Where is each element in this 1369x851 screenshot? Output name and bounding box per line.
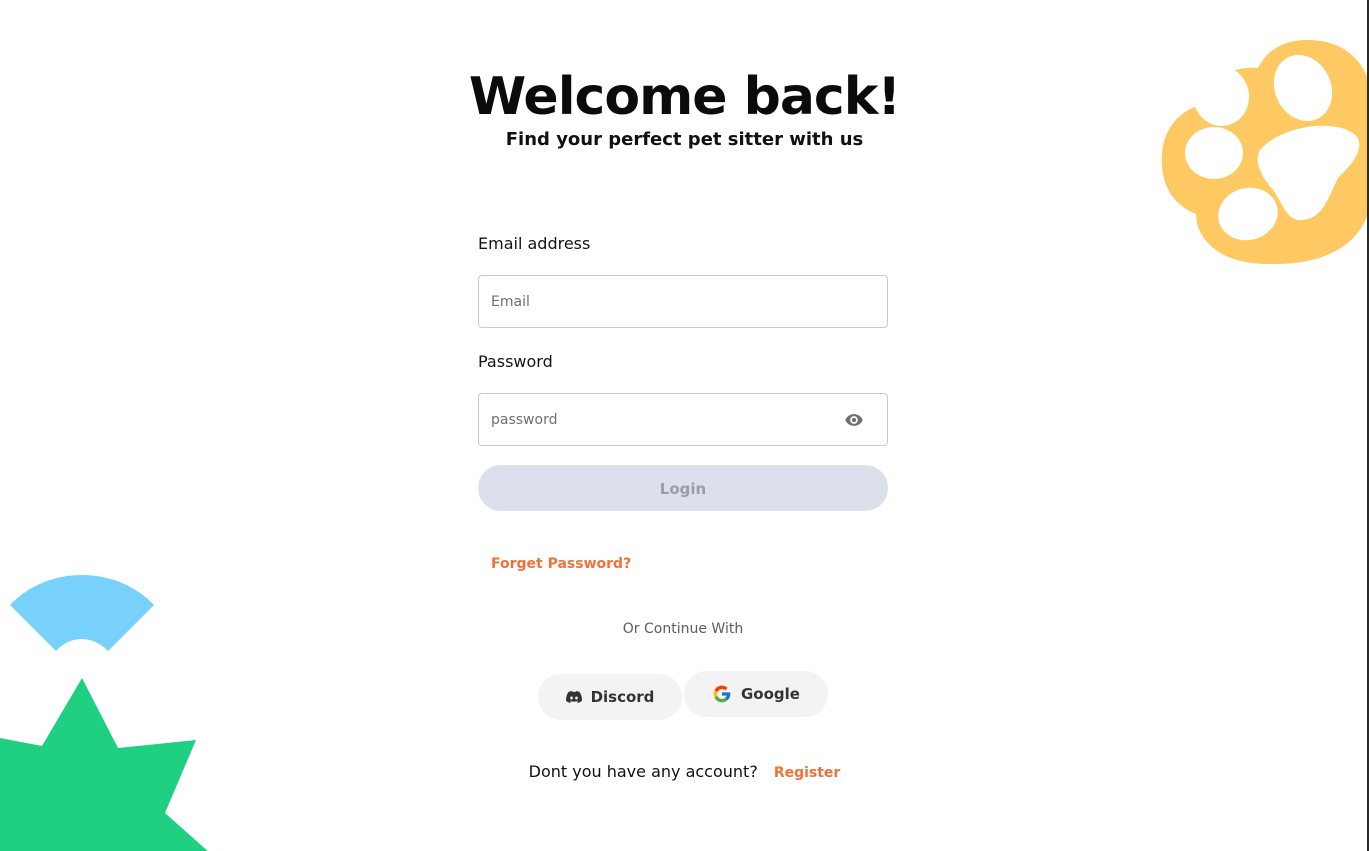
email-label: Email address — [478, 234, 591, 253]
fan-shape-decoration — [10, 575, 154, 651]
page-title: Welcome back! — [468, 67, 901, 127]
email-field[interactable] — [491, 276, 831, 327]
login-page: Welcome back! Find your perfect pet sitt… — [0, 0, 1369, 851]
login-button[interactable]: Login — [478, 465, 888, 511]
page-subtitle: Find your perfect pet sitter with us — [505, 129, 864, 150]
password-field[interactable] — [491, 394, 831, 445]
email-field-wrapper — [478, 275, 888, 328]
google-label: Google — [741, 685, 800, 703]
password-field-wrapper — [478, 393, 888, 446]
google-login-button[interactable]: Google — [684, 671, 828, 717]
google-icon — [713, 685, 731, 703]
discord-login-button[interactable]: Discord — [538, 674, 682, 720]
discord-label: Discord — [590, 688, 655, 706]
or-continue-with-text: Or Continue With — [622, 621, 744, 637]
register-link[interactable]: Register — [774, 765, 841, 781]
register-prompt: Dont you have any account? — [528, 762, 758, 781]
discord-icon — [565, 691, 582, 703]
forgot-password-link[interactable]: Forget Password? — [491, 556, 631, 572]
eye-icon[interactable] — [843, 410, 865, 430]
register-row: Dont you have any account? Register — [0, 762, 1369, 781]
password-label: Password — [478, 352, 553, 371]
